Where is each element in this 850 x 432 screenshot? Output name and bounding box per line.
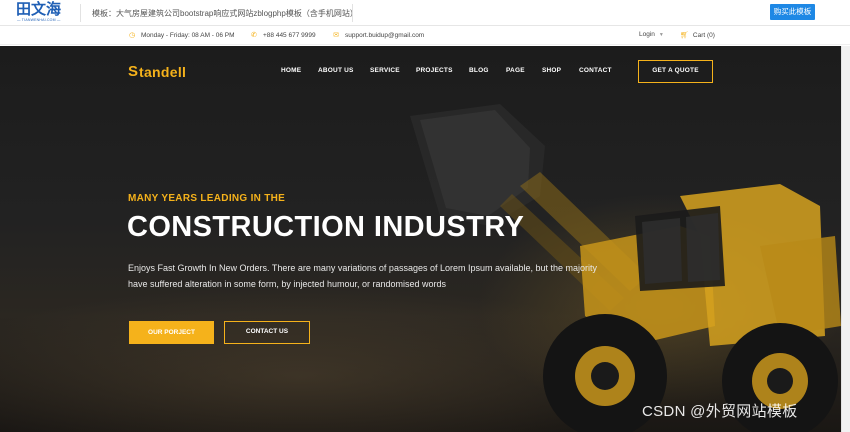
- hero-headline: CONSTRUCTION INDUSTRY: [127, 211, 525, 243]
- contact-us-button[interactable]: CONTACT US: [224, 321, 310, 344]
- template-title: 模板：大气房屋建筑公司bootstrap响应式网站zblogphp模板（含手机网…: [92, 9, 358, 18]
- email-item[interactable]: ✉ support.buidup@gmail.com: [332, 31, 425, 40]
- buy-template-button[interactable]: 购买此模板: [770, 4, 815, 20]
- login-label: Login: [639, 31, 655, 38]
- logo-subtext: — TIANWENHAI.COM —: [17, 18, 61, 22]
- site-logo[interactable]: 田文海 — TIANWENHAI.COM —: [16, 2, 62, 23]
- nav-home[interactable]: HOME: [281, 67, 301, 74]
- wheel-loader-image: [410, 104, 841, 432]
- main-nav: HOME ABOUT US SERVICE PROJECTS BLOG PAGE…: [0, 67, 841, 79]
- phone-item[interactable]: ✆ +88 445 677 9999: [250, 31, 316, 40]
- nav-service[interactable]: SERVICE: [370, 67, 400, 74]
- nav-projects[interactable]: PROJECTS: [416, 67, 453, 74]
- email-text: support.buidup@gmail.com: [345, 31, 425, 39]
- clock-icon: ◷: [128, 32, 136, 39]
- hours-text: Monday - Friday: 08 AM - 06 PM: [141, 31, 235, 39]
- get-quote-button[interactable]: GET A QUOTE: [638, 60, 713, 83]
- hero-description: Enjoys Fast Growth In New Orders. There …: [128, 263, 598, 289]
- nav-page[interactable]: PAGE: [506, 67, 525, 74]
- cart-link[interactable]: 🛒︎ Cart (0): [680, 31, 715, 40]
- nav-about-us[interactable]: ABOUT US: [318, 67, 354, 74]
- chevron-down-icon: ▼: [658, 31, 664, 38]
- csdn-watermark: CSDN @外贸网站模板: [642, 403, 798, 420]
- logo-text: 田文海: [16, 0, 62, 18]
- top-info-bar: ◷ Monday - Friday: 08 AM - 06 PM ✆ +88 4…: [0, 27, 850, 45]
- hours-item: ◷ Monday - Friday: 08 AM - 06 PM: [128, 31, 235, 40]
- hero-eyebrow: MANY YEARS LEADING IN THE: [128, 193, 286, 204]
- divider: [80, 4, 81, 22]
- our-project-button[interactable]: OUR PORJECT: [129, 321, 214, 344]
- phone-text: +88 445 677 9999: [263, 31, 316, 39]
- cart-label: Cart (0): [692, 31, 715, 39]
- login-dropdown[interactable]: Login ▼: [639, 31, 664, 38]
- nav-shop[interactable]: SHOP: [542, 67, 561, 74]
- scrollbar[interactable]: [841, 46, 850, 432]
- nav-contact[interactable]: CONTACT: [579, 67, 612, 74]
- cart-icon: 🛒︎: [680, 32, 689, 39]
- divider: [352, 4, 353, 22]
- nav-blog[interactable]: BLOG: [469, 67, 489, 74]
- hero-banner: S tandell HOME ABOUT US SERVICE PROJECTS…: [0, 46, 841, 432]
- phone-icon: ✆: [251, 32, 257, 39]
- preview-bar: 田文海 — TIANWENHAI.COM — 模板：大气房屋建筑公司bootst…: [0, 0, 850, 26]
- envelope-icon: ✉: [333, 32, 339, 39]
